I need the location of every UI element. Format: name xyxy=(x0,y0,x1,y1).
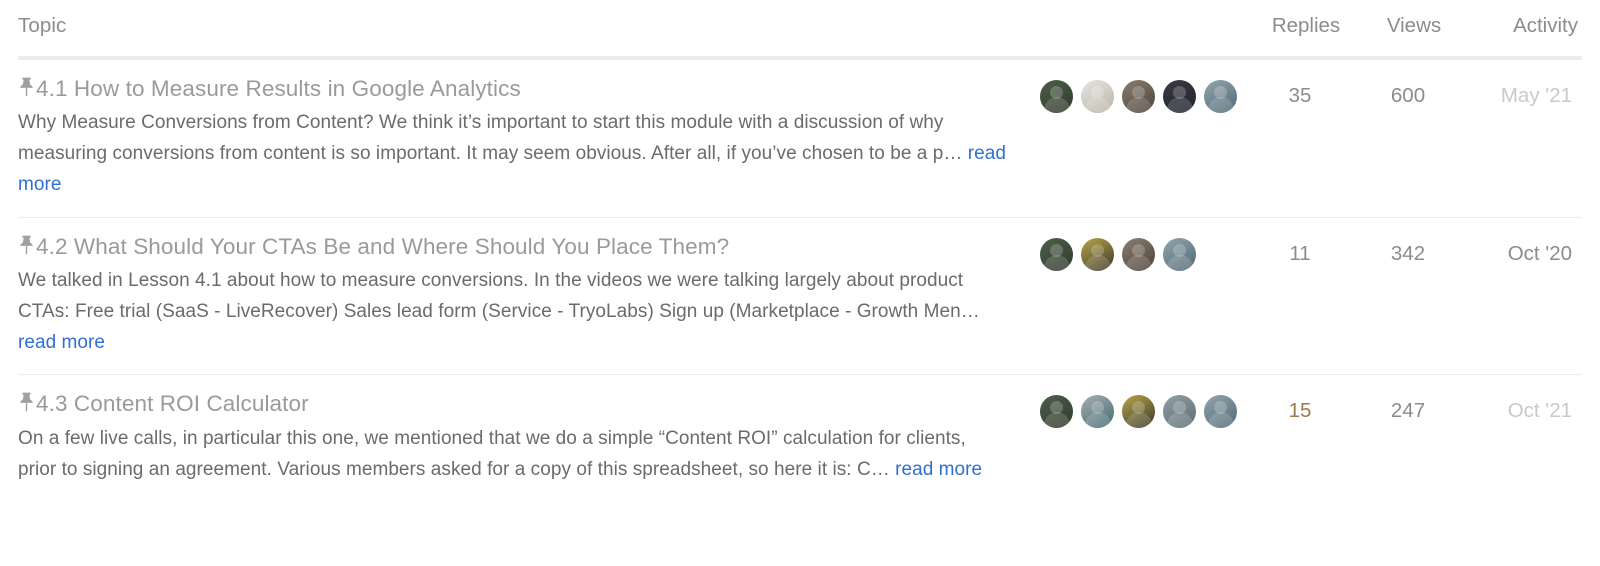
topic-views-count: 247 xyxy=(1390,399,1426,423)
topic-replies-count[interactable]: 15 xyxy=(1246,389,1354,423)
topic-main-cell: 4.1 How to Measure Results in Google Ana… xyxy=(18,74,1040,201)
topic-title-line: 4.2 What Should Your CTAs Be and Where S… xyxy=(18,232,1018,260)
topic-replies-count[interactable]: 11 xyxy=(1246,232,1354,266)
avatar-participant-4[interactable] xyxy=(1163,237,1196,271)
avatar-participant-5[interactable] xyxy=(1204,80,1237,113)
topic-main-cell: 4.3 Content ROI Calculator On a few live … xyxy=(18,389,1040,485)
topic-excerpt: We talked in Lesson 4.1 about how to mea… xyxy=(18,266,1008,358)
topic-replies-count[interactable]: 35 xyxy=(1246,74,1354,108)
pin-icon xyxy=(18,76,35,98)
topic-excerpt-text: We talked in Lesson 4.1 about how to mea… xyxy=(18,270,980,322)
topic-excerpt: Why Measure Conversions from Content? We… xyxy=(18,108,1008,200)
avatar-participant-2[interactable] xyxy=(1081,237,1114,271)
topic-row[interactable]: 4.3 Content ROI Calculator On a few live … xyxy=(18,375,1582,501)
topic-title-link[interactable]: 4.2 What Should Your CTAs Be and Where S… xyxy=(36,233,729,260)
pin-icon xyxy=(18,391,35,413)
topic-title-line: 4.1 How to Measure Results in Google Ana… xyxy=(18,74,1018,102)
column-header-activity[interactable]: Activity xyxy=(1468,14,1582,38)
topic-row[interactable]: 4.2 What Should Your CTAs Be and Where S… xyxy=(18,218,1582,376)
topic-row[interactable]: 4.1 How to Measure Results in Google Ana… xyxy=(18,60,1582,218)
column-header-views[interactable]: Views xyxy=(1360,14,1468,38)
column-header-replies[interactable]: Replies xyxy=(1252,14,1360,38)
topic-excerpt-text: Why Measure Conversions from Content? We… xyxy=(18,112,968,165)
topic-list: Topic Replies Views Activity 4.1 How to … xyxy=(0,0,1600,501)
avatar-participant-2[interactable] xyxy=(1081,395,1114,429)
avatar-participant-5[interactable] xyxy=(1204,395,1237,429)
pin-icon xyxy=(18,234,35,256)
column-header-topic[interactable]: Topic xyxy=(18,14,1252,38)
topic-participants xyxy=(1040,232,1246,271)
avatar-participant-3[interactable] xyxy=(1122,80,1155,113)
topic-title-link[interactable]: 4.1 How to Measure Results in Google Ana… xyxy=(36,75,521,102)
avatar-participant-1[interactable] xyxy=(1040,237,1073,271)
topic-excerpt: On a few live calls, in particular this … xyxy=(18,424,1008,486)
topic-views-count: 342 xyxy=(1390,241,1426,265)
topic-activity-date[interactable]: May '21 xyxy=(1462,74,1576,108)
topic-rows-container: 4.1 How to Measure Results in Google Ana… xyxy=(18,60,1582,501)
avatar-participant-1[interactable] xyxy=(1040,80,1073,113)
topic-excerpt-text: On a few live calls, in particular this … xyxy=(18,427,966,480)
topic-activity-date[interactable]: Oct '21 xyxy=(1462,389,1576,423)
avatar-participant-2[interactable] xyxy=(1081,80,1114,113)
topic-participants xyxy=(1040,74,1246,113)
avatar-participant-1[interactable] xyxy=(1040,395,1073,429)
topic-main-cell: 4.2 What Should Your CTAs Be and Where S… xyxy=(18,232,1040,359)
read-more-link[interactable]: read more xyxy=(895,459,982,480)
topic-title-link[interactable]: 4.3 Content ROI Calculator xyxy=(36,390,309,417)
avatar-participant-4[interactable] xyxy=(1163,395,1196,429)
avatar-participant-3[interactable] xyxy=(1122,395,1155,429)
topic-views-count: 600 xyxy=(1390,84,1426,107)
topic-title-line: 4.3 Content ROI Calculator xyxy=(18,389,1018,417)
avatar-participant-3[interactable] xyxy=(1122,237,1155,271)
topic-activity-date[interactable]: Oct '20 xyxy=(1462,232,1576,266)
read-more-link[interactable]: read more xyxy=(18,332,105,353)
topic-list-header: Topic Replies Views Activity xyxy=(18,0,1582,56)
topic-participants xyxy=(1040,389,1246,429)
avatar-participant-4[interactable] xyxy=(1163,80,1196,113)
